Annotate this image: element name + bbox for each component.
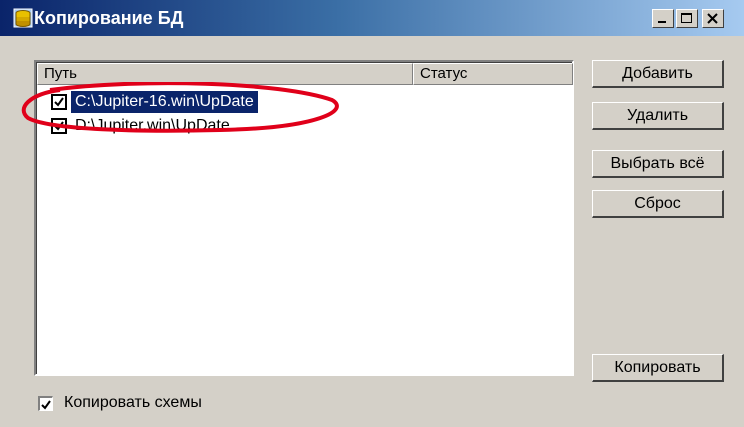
checkmark-icon [41, 400, 51, 410]
copy-schemes-label: Копировать схемы [64, 394, 202, 411]
copy-button[interactable]: Копировать [592, 354, 724, 382]
reset-button[interactable]: Сброс [592, 190, 724, 218]
maximize-icon [681, 13, 692, 23]
item-checkbox[interactable] [51, 94, 67, 110]
copy-schemes-checkbox[interactable] [38, 396, 53, 411]
copy-db-dialog: Копирование БД Путь Статус C:\Jupiter-16… [0, 0, 744, 427]
add-button[interactable]: Добавить [592, 60, 724, 88]
close-icon [707, 13, 718, 24]
path-list[interactable]: Путь Статус C:\Jupiter-16.win\UpDate D:\… [34, 60, 574, 376]
item-checkbox[interactable] [51, 118, 67, 134]
minimize-icon [658, 21, 666, 23]
checkmark-icon [54, 97, 64, 107]
database-icon [13, 8, 33, 28]
item-path: D:\Jupiter.win\UpDate [75, 117, 230, 134]
title-bar: Копирование БД [0, 0, 744, 36]
column-header-path[interactable]: Путь [37, 63, 413, 85]
window-title: Копирование БД [34, 8, 184, 28]
select-all-button[interactable]: Выбрать всё [592, 150, 724, 178]
column-header-status[interactable]: Статус [413, 63, 573, 85]
close-button[interactable] [702, 9, 724, 28]
maximize-button[interactable] [676, 9, 698, 28]
path-list-inner: Путь Статус C:\Jupiter-16.win\UpDate D:\… [36, 62, 573, 374]
checkmark-icon [54, 121, 64, 131]
item-path: C:\Jupiter-16.win\UpDate [71, 91, 258, 113]
delete-button[interactable]: Удалить [592, 102, 724, 130]
minimize-button[interactable] [652, 9, 674, 28]
